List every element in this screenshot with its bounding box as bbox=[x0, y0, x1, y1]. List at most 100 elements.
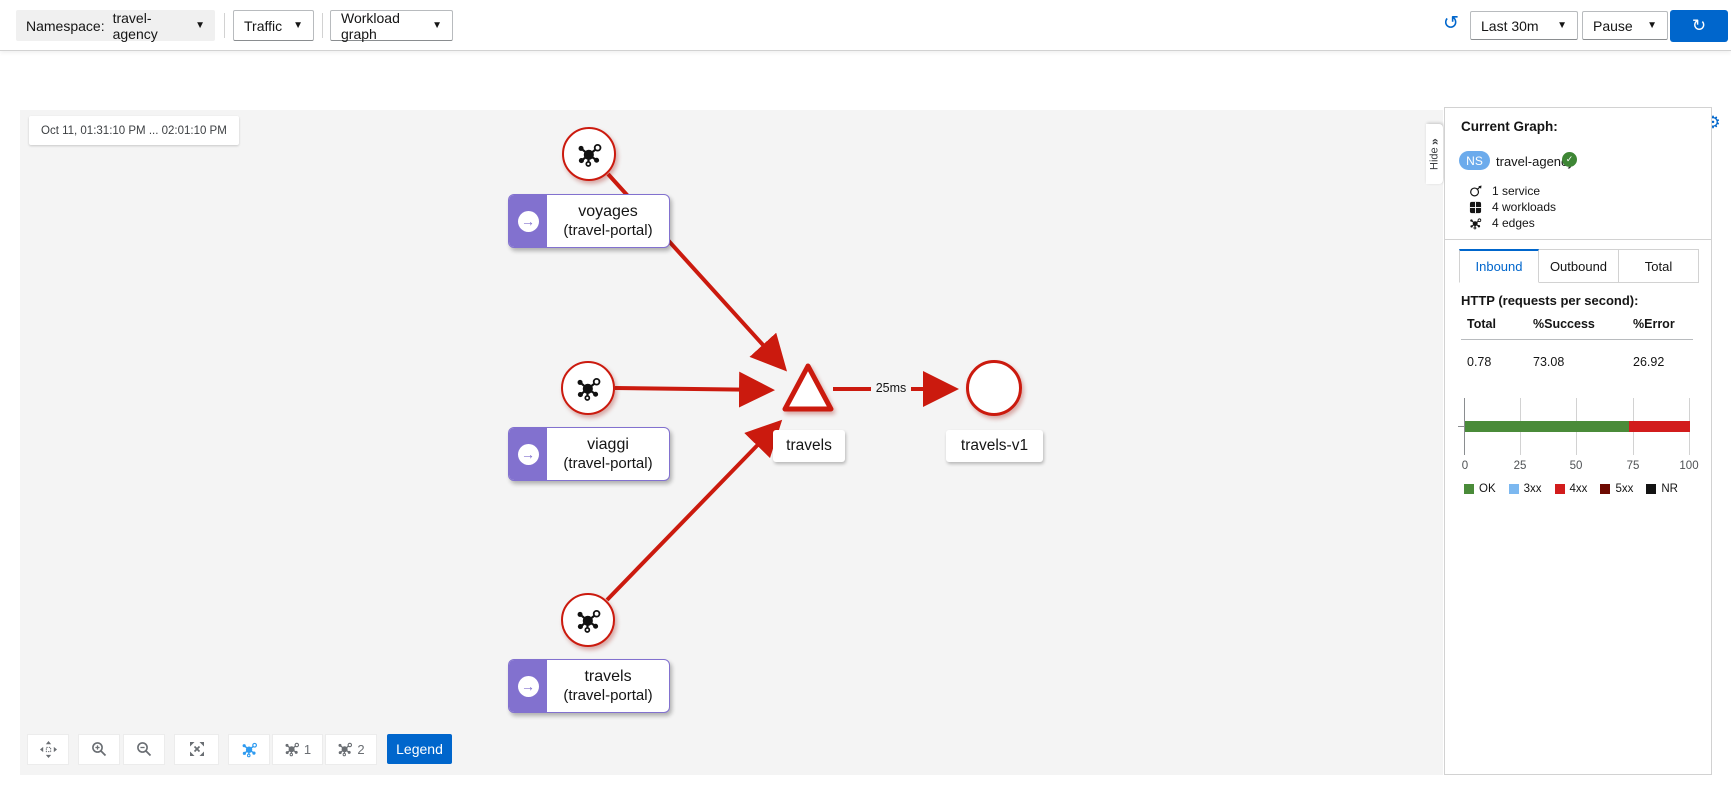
graph-controls: 1 2 Legend bbox=[20, 733, 452, 765]
legend-label-ok: OK bbox=[1479, 483, 1496, 495]
x-tick-50: 50 bbox=[1570, 460, 1583, 472]
col-header-success: %Success bbox=[1533, 317, 1595, 331]
service-triangle-icon bbox=[778, 360, 838, 416]
pan-button[interactable] bbox=[27, 734, 69, 765]
edge-latency-label: 25ms bbox=[871, 377, 911, 398]
refresh-mode-select[interactable]: Pause ▼ bbox=[1582, 11, 1668, 40]
bar-segment-4xx bbox=[1629, 421, 1690, 432]
kiali-graph-page: Namespace: travel-agency ▼ Traffic ▼ Wor… bbox=[0, 0, 1731, 809]
traffic-label: Traffic bbox=[244, 18, 282, 34]
chevron-down-icon: ▼ bbox=[432, 20, 442, 31]
double-chevron-icon: » bbox=[1428, 138, 1442, 145]
legend-swatch-5xx bbox=[1600, 484, 1610, 494]
x-tick-0: 0 bbox=[1462, 460, 1468, 472]
workloads-stat: 4 workloads bbox=[1469, 200, 1556, 214]
traffic-tabs: Inbound Outbound Total bbox=[1459, 249, 1699, 283]
x-tick-75: 75 bbox=[1627, 460, 1640, 472]
arrow-right-circle-icon: → bbox=[518, 211, 539, 232]
layout-default-button[interactable] bbox=[228, 734, 270, 765]
legend-label-4xx: 4xx bbox=[1570, 483, 1588, 495]
col-header-total: Total bbox=[1467, 317, 1496, 331]
time-range-label: Last 30m bbox=[1481, 18, 1539, 34]
graph-type-select[interactable]: Workload graph ▼ bbox=[330, 10, 453, 41]
namespace-select[interactable]: Namespace: travel-agency ▼ bbox=[16, 10, 215, 41]
divider bbox=[1445, 239, 1711, 240]
graph-edges bbox=[20, 110, 1443, 775]
namespace-value: travel-agency bbox=[113, 10, 188, 42]
node-voyages[interactable] bbox=[562, 127, 616, 181]
node-label-travels-v1[interactable]: travels-v1 bbox=[946, 430, 1043, 462]
node-namespace: (travel-portal) bbox=[563, 222, 652, 240]
node-label-travels-workload[interactable]: → travels (travel-portal) bbox=[508, 659, 670, 713]
fit-to-screen-button[interactable] bbox=[174, 734, 219, 765]
node-namespace: (travel-portal) bbox=[563, 687, 652, 705]
expand-arrows-icon bbox=[189, 741, 205, 757]
edge-viaggi-travels[interactable] bbox=[615, 388, 769, 390]
divider bbox=[322, 13, 323, 38]
layout-2-label: 2 bbox=[357, 742, 364, 757]
node-viaggi[interactable] bbox=[561, 361, 615, 415]
zoom-out-button[interactable] bbox=[123, 734, 165, 765]
status-bar bbox=[1465, 421, 1690, 432]
chevron-down-icon: ▼ bbox=[1557, 20, 1567, 31]
node-name: voyages bbox=[578, 202, 638, 221]
history-icon: ↺ bbox=[1443, 12, 1459, 34]
legend-swatch-3xx bbox=[1509, 484, 1519, 494]
node-travels-workload[interactable] bbox=[561, 593, 615, 647]
zoom-in-button[interactable] bbox=[78, 734, 120, 765]
graph-toolbar: ← Display ▼ ∨ ∨ i ? Graph tour ⚙ bbox=[0, 51, 1731, 95]
workload-mesh-icon bbox=[576, 141, 603, 168]
tab-total[interactable]: Total bbox=[1619, 249, 1699, 283]
legend-swatch-ok bbox=[1464, 484, 1474, 494]
value-error: 26.92 bbox=[1633, 355, 1664, 369]
chevron-down-icon: ▼ bbox=[1647, 20, 1657, 31]
summary-panel: Current Graph: NS travel-agency ✓ 1 serv… bbox=[1444, 107, 1712, 775]
side-panel-hide-tab[interactable]: Hide » bbox=[1426, 124, 1443, 184]
refresh-button[interactable]: ↻ bbox=[1670, 10, 1728, 42]
layout-1-button[interactable]: 1 bbox=[272, 734, 323, 765]
node-name: viaggi bbox=[587, 435, 629, 454]
zoom-in-icon bbox=[91, 741, 107, 757]
namespace-label: Namespace: bbox=[26, 18, 105, 34]
value-success: 73.08 bbox=[1533, 355, 1564, 369]
node-name: travels bbox=[584, 667, 631, 686]
node-label-travels-service[interactable]: travels bbox=[773, 430, 845, 462]
edges-stat-label: 4 edges bbox=[1492, 216, 1535, 230]
graph-layout-icon bbox=[241, 741, 258, 758]
layout-2-button[interactable]: 2 bbox=[325, 734, 377, 765]
chevron-down-icon: ▼ bbox=[195, 20, 205, 31]
layout-1-label: 1 bbox=[304, 742, 311, 757]
refresh-mode-label: Pause bbox=[1593, 18, 1633, 34]
value-total: 0.78 bbox=[1467, 355, 1491, 369]
graph-layout-icon bbox=[337, 741, 353, 757]
node-travels-service[interactable] bbox=[778, 360, 838, 416]
traffic-select[interactable]: Traffic ▼ bbox=[233, 10, 314, 41]
node-travels-v1[interactable] bbox=[966, 360, 1022, 416]
edges-stat: 4 edges bbox=[1469, 216, 1535, 230]
graph-time-window: Oct 11, 01:31:10 PM ... 02:01:10 PM bbox=[29, 116, 239, 145]
service-icon bbox=[1469, 185, 1482, 198]
legend-swatch-nr bbox=[1646, 484, 1656, 494]
table-rule bbox=[1461, 339, 1693, 340]
services-stat: 1 service bbox=[1469, 184, 1540, 198]
workload-badge: → bbox=[509, 195, 547, 247]
time-range-select[interactable]: Last 30m ▼ bbox=[1470, 11, 1578, 40]
x-tick-100: 100 bbox=[1679, 460, 1698, 472]
chevron-down-icon: ▼ bbox=[293, 20, 303, 31]
graph-canvas[interactable]: Oct 11, 01:31:10 PM ... 02:01:10 PM Hide… bbox=[20, 110, 1443, 775]
tab-inbound[interactable]: Inbound bbox=[1459, 249, 1539, 283]
node-namespace: (travel-portal) bbox=[563, 455, 652, 473]
masthead: Namespace: travel-agency ▼ Traffic ▼ Wor… bbox=[0, 0, 1731, 51]
tab-outbound[interactable]: Outbound bbox=[1539, 249, 1619, 283]
arrow-right-circle-icon: → bbox=[518, 444, 539, 465]
workload-mesh-icon bbox=[575, 375, 602, 402]
move-icon bbox=[40, 741, 57, 758]
workloads-stat-label: 4 workloads bbox=[1492, 200, 1556, 214]
node-label-voyages[interactable]: → voyages (travel-portal) bbox=[508, 194, 670, 248]
edges-icon bbox=[1469, 217, 1482, 230]
node-label-viaggi[interactable]: → viaggi (travel-portal) bbox=[508, 427, 670, 481]
graph-type-label: Workload graph bbox=[341, 10, 424, 42]
legend-button[interactable]: Legend bbox=[387, 734, 452, 764]
zoom-out-icon bbox=[136, 741, 152, 757]
services-stat-label: 1 service bbox=[1492, 184, 1540, 198]
